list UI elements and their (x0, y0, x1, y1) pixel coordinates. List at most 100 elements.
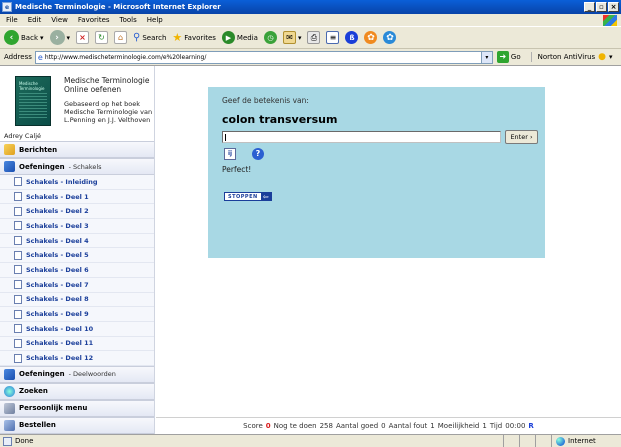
address-input[interactable]: e http://www.medischeterminologie.com/e%… (34, 50, 493, 64)
sidebar-item[interactable]: Schakels - Deel 9 (0, 307, 154, 322)
page-content: Medische Terminologie Medische Terminolo… (0, 66, 621, 434)
menu-file[interactable]: File (6, 16, 18, 24)
page-icon (14, 177, 22, 187)
windows-logo-icon (603, 15, 617, 26)
address-bar: Address e http://www.medischeterminologi… (0, 49, 621, 66)
go-label: Go (510, 53, 521, 61)
enter-button[interactable]: Enter › (505, 130, 538, 144)
sidebar-item[interactable]: Schakels - Deel 8 (0, 292, 154, 308)
mail-dropdown-icon[interactable]: ▾ (298, 34, 302, 42)
search-button[interactable]: ⚲ Search (133, 32, 166, 43)
discuss-icon[interactable]: ✿ (364, 31, 378, 44)
sidebar-item[interactable]: Schakels - Inleiding (0, 175, 154, 190)
security-zone: Internet (551, 435, 621, 447)
text-caret (225, 134, 226, 141)
stop-label: STOPPEN (228, 193, 258, 200)
sidebar-item[interactable]: Schakels - Deel 7 (0, 277, 154, 293)
favorites-label: Favorites (184, 33, 216, 42)
stop-button[interactable]: STOPPEN ⇦ (224, 192, 272, 201)
wrong-value: 1 (430, 422, 435, 430)
section-persoonlijk-menu[interactable]: Persoonlijk menu (0, 399, 154, 417)
section-berichten[interactable]: Berichten (0, 141, 154, 158)
quiz-prompt: Geef de betekenis van: (222, 96, 309, 105)
menu-view[interactable]: View (51, 16, 68, 24)
status-pane (519, 435, 535, 447)
cart-icon (4, 419, 15, 431)
sidebar-item-label: Schakels - Deel 8 (26, 295, 89, 304)
address-dropdown-icon[interactable]: ▾ (480, 51, 492, 63)
media-icon: ▶ (221, 31, 235, 44)
refresh-icon[interactable]: ↻ (95, 31, 109, 44)
sidebar-item-label: Schakels - Deel 3 (26, 221, 89, 230)
window-title: Medische Terminologie - Microsoft Intern… (15, 3, 221, 11)
time-value: 00:00 (505, 422, 526, 430)
section-zoeken-label: Zoeken (19, 387, 48, 396)
sidebar-item[interactable]: Schakels - Deel 12 (0, 351, 154, 366)
menu-edit[interactable]: Edit (28, 16, 42, 24)
answer-input[interactable] (222, 131, 501, 143)
maximize-button[interactable]: ▫ (596, 2, 607, 12)
status-pane (535, 435, 551, 447)
go-button[interactable]: ➜ Go (496, 51, 521, 63)
history-icon[interactable]: ◷ (263, 31, 277, 44)
address-label: Address (4, 53, 32, 61)
sidebar-item-label: Schakels - Deel 5 (26, 251, 89, 260)
menu-favorites[interactable]: Favorites (78, 16, 110, 24)
sidebar-item[interactable]: Schakels - Deel 2 (0, 204, 154, 220)
sidebar-item-label: Schakels - Deel 4 (26, 236, 89, 245)
research-icon[interactable]: ✿ (383, 31, 397, 44)
sidebar-item[interactable]: Schakels - Deel 6 (0, 263, 154, 278)
page-icon (14, 250, 22, 260)
sidebar-item[interactable]: Schakels - Deel 5 (0, 248, 154, 264)
special-characters-icon[interactable]: ij (224, 148, 236, 160)
sidebar-item[interactable]: Schakels - Deel 3 (0, 219, 154, 234)
norton-dropdown-icon[interactable]: ▾ (609, 53, 613, 61)
media-button[interactable]: ▶ Media (221, 31, 258, 44)
page-icon (14, 338, 22, 348)
favorites-button[interactable]: ★ Favorites (172, 31, 216, 44)
score-bar: Score 0 Nog te doen 258 Aantal goed 0 Aa… (156, 417, 621, 434)
forward-dropdown-icon[interactable]: ▾ (67, 34, 71, 42)
stop-icon[interactable]: × (76, 31, 90, 44)
close-button[interactable]: × (608, 2, 619, 12)
section-bestellen[interactable]: Bestellen (0, 416, 154, 434)
section-zoeken[interactable]: Zoeken (0, 382, 154, 400)
print-icon[interactable]: ⎙ (307, 31, 321, 44)
menu-help[interactable]: Help (147, 16, 163, 24)
score-value: 0 (265, 422, 271, 430)
menu-tools[interactable]: Tools (120, 16, 137, 24)
edit-icon[interactable]: ≡ (326, 31, 340, 44)
good-label: Aantal goed (335, 422, 379, 430)
help-icon[interactable]: ? (252, 148, 264, 160)
page-icon (14, 309, 22, 319)
back-label: Back (21, 33, 38, 42)
section-persoonlijk-label: Persoonlijk menu (19, 404, 88, 413)
section-oefeningen-deelwoorden[interactable]: Oefeningen - Deelwoorden (0, 365, 154, 383)
folder-icon (4, 144, 15, 155)
internet-globe-icon (556, 436, 565, 446)
minimize-button[interactable]: _ (584, 2, 595, 12)
sidebar-item[interactable]: Schakels - Deel 4 (0, 233, 154, 249)
back-button[interactable]: ‹ Back ▾ (4, 30, 44, 45)
sidebar: Medische Terminologie Medische Terminolo… (0, 66, 155, 434)
section-oefeningen-schakels[interactable]: Oefeningen - Schakels (0, 158, 154, 175)
messenger-icon[interactable]: ß (345, 31, 359, 44)
search-icon: ⚲ (133, 32, 141, 43)
sidebar-item-label: Schakels - Deel 6 (26, 265, 89, 274)
sidebar-item[interactable]: Schakels - Deel 10 (0, 321, 154, 337)
site-title: Medische Terminologie Online oefenen (64, 76, 149, 94)
todo-label: Nog te doen (273, 422, 317, 430)
zone-label: Internet (568, 437, 596, 445)
sidebar-item[interactable]: Schakels - Deel 1 (0, 189, 154, 205)
sidebar-item[interactable]: Schakels - Deel 11 (0, 336, 154, 352)
back-dropdown-icon[interactable]: ▾ (40, 34, 44, 42)
reset-link[interactable]: R (528, 422, 533, 430)
site-title-line1: Medische Terminologie (64, 76, 150, 85)
page-icon (14, 353, 22, 363)
home-icon[interactable]: ⌂ (114, 31, 128, 44)
mail-button[interactable]: ✉ ▾ (282, 31, 302, 44)
site-subtitle: Gebaseerd op het boek Medische Terminolo… (64, 100, 152, 124)
forward-button[interactable]: › ▾ (49, 30, 71, 45)
norton-button[interactable]: Norton AntiVirus ● ▾ (530, 52, 613, 62)
sidebar-item-label: Schakels - Deel 1 (26, 192, 89, 201)
